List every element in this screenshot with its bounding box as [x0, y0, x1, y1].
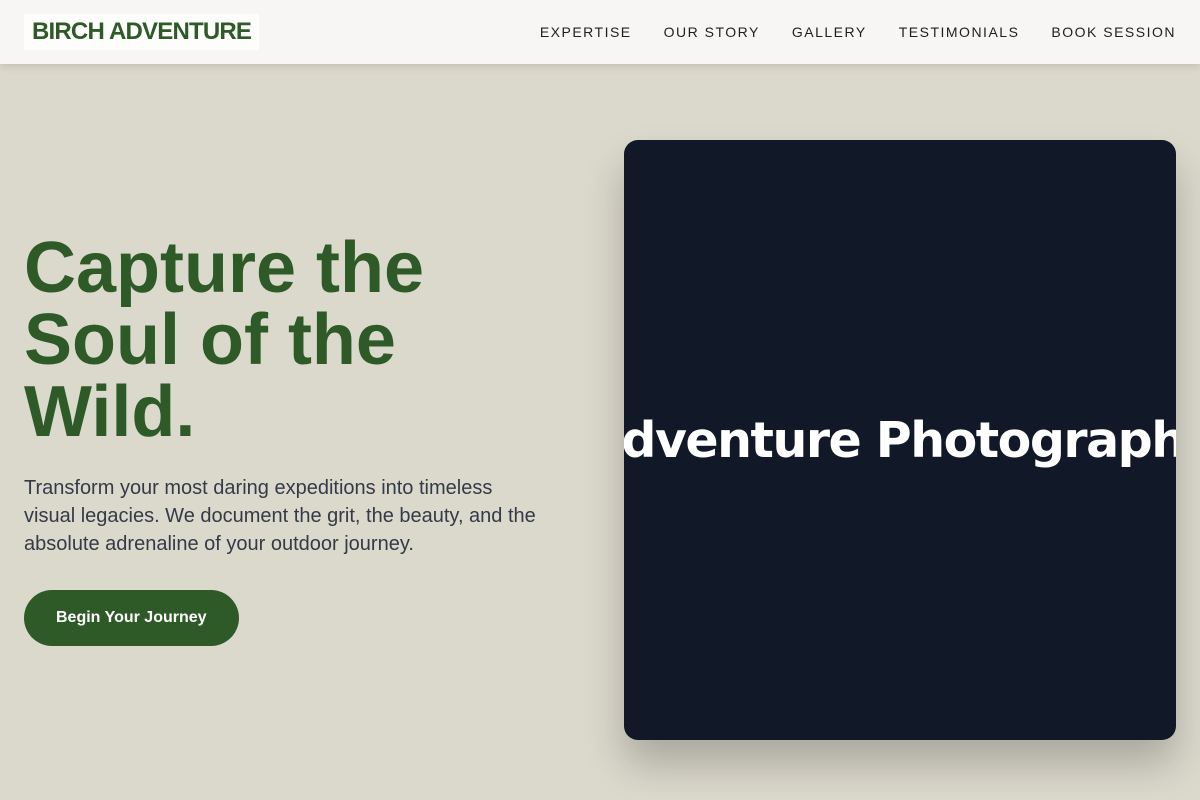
main-nav: EXPERTISE OUR STORY GALLERY TESTIMONIALS…	[508, 0, 1176, 64]
image-placeholder-label: Adventure Photography	[624, 411, 1176, 469]
nav-link-gallery[interactable]: GALLERY	[792, 24, 867, 40]
nav-link-expertise[interactable]: EXPERTISE	[540, 24, 632, 40]
hero-title: Capture the Soul of the Wild.	[24, 228, 425, 452]
site-header: BIRCH ADVENTURE EXPERTISE OUR STORY GALL…	[0, 0, 1200, 64]
hero-image-placeholder: Adventure Photography	[624, 140, 1176, 740]
hero-subtitle: Transform your most daring expeditions i…	[24, 477, 536, 555]
begin-journey-button[interactable]: Begin Your Journey	[24, 590, 239, 646]
hero-section: Capture the Soul of the Wild. Transform …	[24, 232, 564, 646]
brand-logo[interactable]: BIRCH ADVENTURE	[24, 14, 260, 50]
nav-link-our-story[interactable]: OUR STORY	[664, 24, 760, 40]
nav-link-book-session[interactable]: BOOK SESSION	[1051, 24, 1176, 40]
nav-link-testimonials[interactable]: TESTIMONIALS	[899, 24, 1020, 40]
